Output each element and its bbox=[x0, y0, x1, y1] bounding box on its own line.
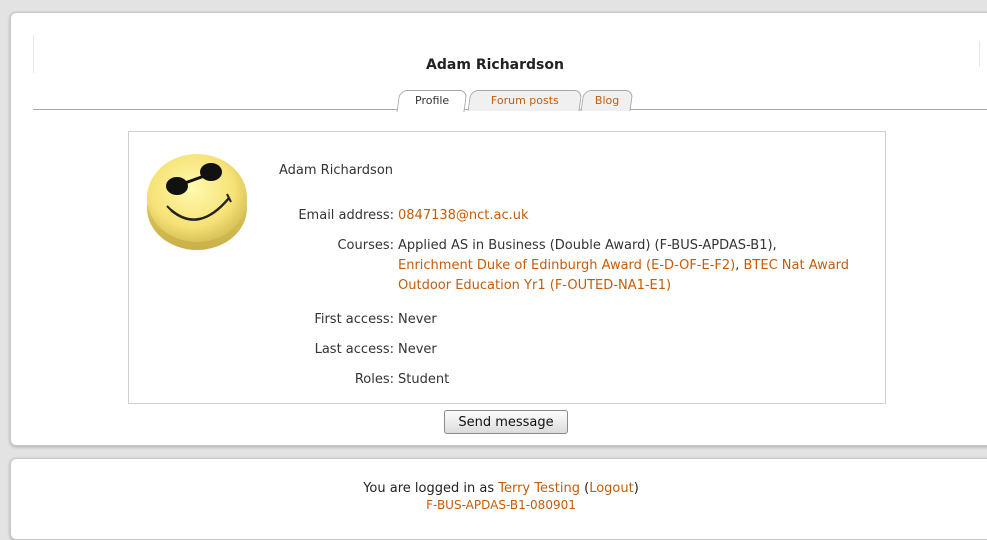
login-info-prefix: You are logged in as bbox=[363, 481, 495, 496]
email-link[interactable]: 0847138@nct.ac.uk bbox=[398, 208, 529, 223]
page-title-text: Adam Richardson bbox=[426, 57, 564, 73]
course-separator: , bbox=[772, 238, 777, 253]
last-access-label: Last access: bbox=[314, 342, 394, 357]
last-access-value: Never bbox=[398, 342, 437, 357]
footer-panel: You are logged in as Terry Testing (Logo… bbox=[10, 458, 987, 540]
course-separator: , bbox=[735, 258, 740, 273]
login-info: You are logged in as Terry Testing (Logo… bbox=[363, 481, 639, 496]
send-message-button[interactable]: Send message bbox=[444, 410, 568, 434]
tab-profile[interactable]: Profile bbox=[396, 90, 468, 112]
logout-link[interactable]: Logout bbox=[589, 481, 634, 496]
course-shortname-link[interactable]: F-BUS-APDAS-B1-080901 bbox=[426, 498, 576, 512]
profile-full-name: Adam Richardson bbox=[279, 163, 394, 178]
course-shortname: F-BUS-APDAS-B1-080901 bbox=[11, 498, 987, 512]
logged-in-user-link[interactable]: Terry Testing bbox=[498, 481, 580, 496]
email-label: Email address: bbox=[298, 208, 394, 223]
tab-forum-posts-label: Forum posts bbox=[490, 94, 559, 107]
tab-forum-posts[interactable]: Forum posts bbox=[467, 90, 583, 111]
profile-box: Adam Richardson Email address: 0847138@n… bbox=[128, 131, 886, 404]
course-link-enrichment[interactable]: Enrichment Duke of Edinburgh Award (E-D-… bbox=[398, 258, 735, 273]
tab-blog-label: Blog bbox=[594, 94, 620, 107]
main-content-panel: Adam Richardson Profile Forum posts Blog bbox=[10, 12, 987, 446]
roles-label: Roles: bbox=[354, 372, 394, 387]
first-access-value: Never bbox=[398, 312, 437, 327]
tab-profile-label: Profile bbox=[414, 94, 450, 107]
page-title: Adam Richardson bbox=[11, 57, 987, 73]
tab-blog[interactable]: Blog bbox=[580, 90, 634, 111]
courses-label: Courses: bbox=[337, 238, 394, 253]
roles-value: Student bbox=[398, 372, 450, 387]
course-item-business: Applied AS in Business (Double Award) (F… bbox=[398, 238, 773, 253]
first-access-label: First access: bbox=[314, 312, 394, 327]
courses-value: Applied AS in Business (Double Award) (F… bbox=[398, 236, 868, 296]
